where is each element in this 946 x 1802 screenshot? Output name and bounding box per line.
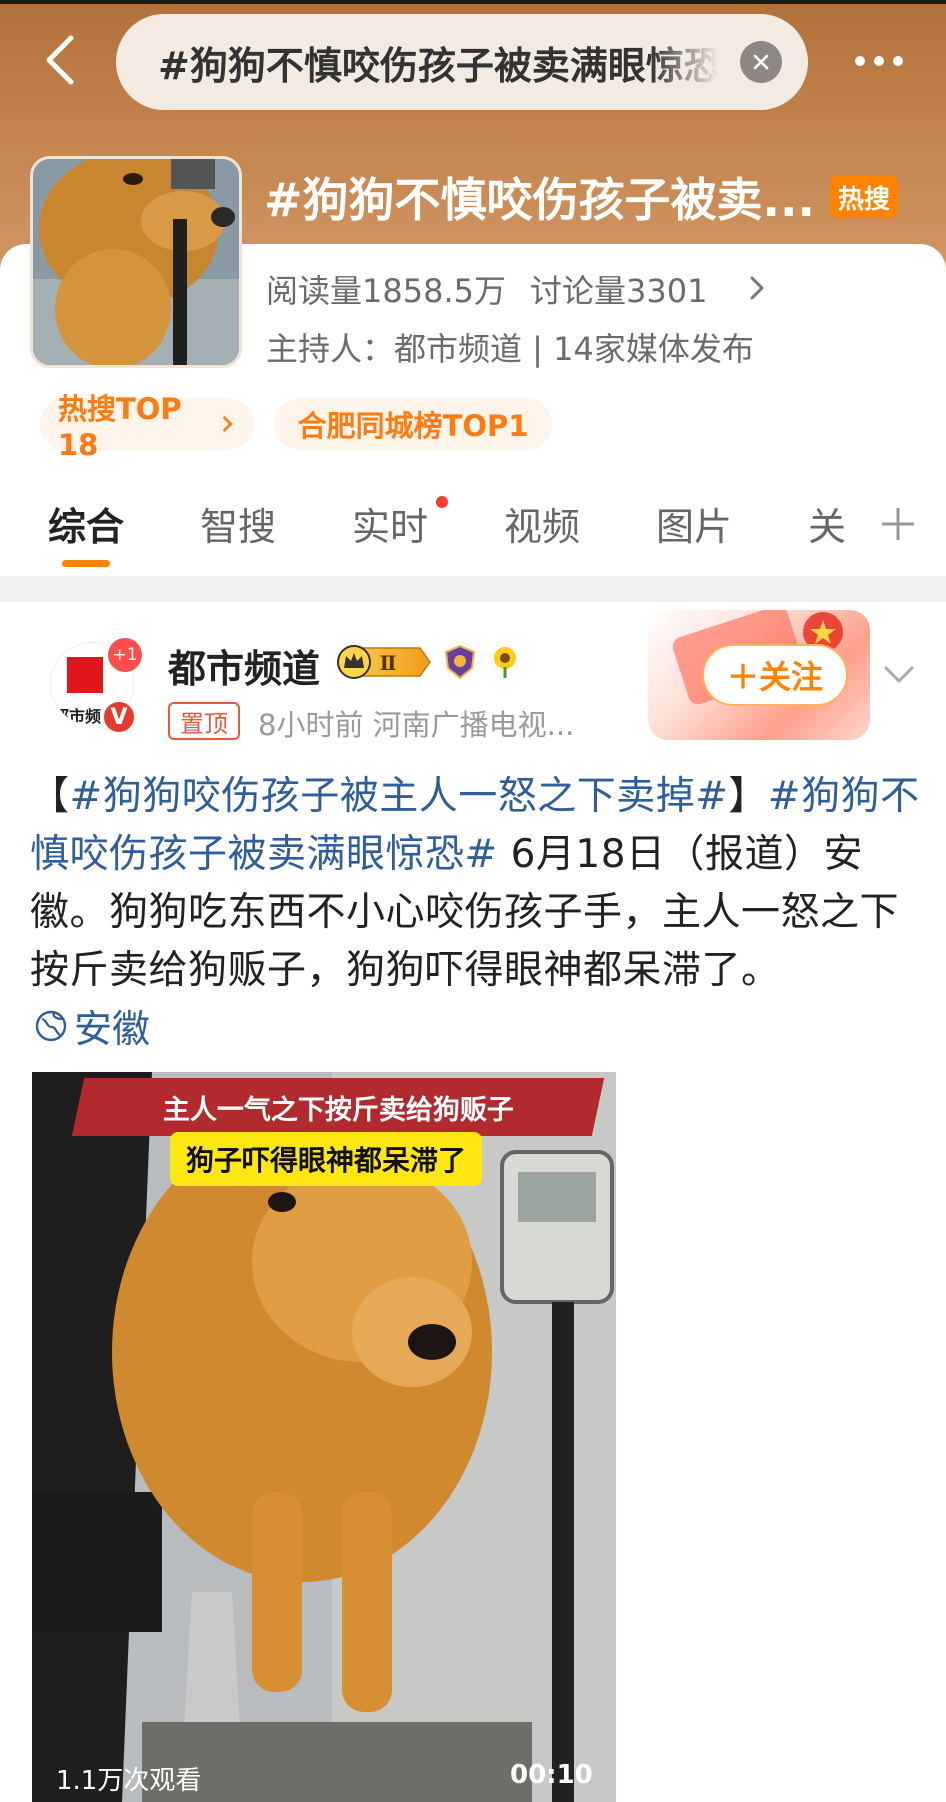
- back-button[interactable]: [34, 28, 86, 92]
- status-strip: [0, 0, 946, 4]
- video-caption-subtitle: 狗子吓得眼神都呆滞了: [170, 1132, 483, 1186]
- tab-video[interactable]: 视频: [504, 496, 580, 551]
- hashtag-link-1[interactable]: #狗狗咬伤孩子被主人一怒之下卖掉#: [70, 774, 729, 819]
- chevron-right-icon[interactable]: [744, 268, 772, 308]
- post-card: 都市频 +1 V 都市频道 Ⅱ 置顶 8小时前 河南广播电视... ＋关注 【#…: [0, 602, 946, 1802]
- clear-search-button[interactable]: [740, 41, 782, 83]
- topic-title: #狗狗不慎咬伤孩子被卖...: [264, 173, 815, 227]
- more-options-button[interactable]: [838, 40, 920, 82]
- hot-rank-chip[interactable]: 热搜TOP 18: [40, 392, 254, 462]
- location-label: 安徽: [74, 1007, 151, 1051]
- city-rank-chip[interactable]: 合肥同城榜TOP1: [274, 398, 552, 450]
- tab-images[interactable]: 图片: [656, 496, 732, 551]
- active-tab-indicator: [62, 560, 110, 567]
- topic-stats[interactable]: 阅读量1858.5万 讨论量3301: [266, 266, 707, 312]
- bracket-open: 【: [30, 774, 70, 819]
- city-rank-label: 合肥同城榜TOP1: [297, 409, 529, 443]
- tab-realtime[interactable]: 实时: [352, 496, 428, 551]
- video-duration: 00:10: [510, 1760, 593, 1790]
- new-content-dot: [436, 496, 448, 508]
- shield-badge-icon: [444, 644, 476, 680]
- location-link[interactable]: 安徽: [34, 998, 150, 1053]
- author-name[interactable]: 都市频道: [168, 638, 320, 693]
- member-level-badge-icon: Ⅱ: [337, 645, 431, 679]
- search-query[interactable]: #狗狗不慎咬伤孩子被卖满眼惊恐#: [158, 35, 718, 90]
- tab-follow[interactable]: 关: [808, 496, 846, 551]
- search-tabs: 综合 智搜 实时 视频 图片 关: [0, 488, 946, 574]
- close-icon: [753, 54, 769, 70]
- sunflower-icon: [494, 647, 516, 678]
- video-player[interactable]: 主人一气之下按斤卖给狗贩子 狗子吓得眼神都呆滞了 1.1万次观看 00:10: [32, 1072, 616, 1802]
- search-bar[interactable]: #狗狗不慎咬伤孩子被卖满眼惊恐#: [116, 14, 808, 110]
- svg-text:Ⅱ: Ⅱ: [380, 651, 397, 675]
- video-caption-banner: 主人一气之下按斤卖给狗贩子: [71, 1078, 605, 1136]
- channel-logo-mark: [67, 657, 103, 693]
- new-post-badge: +1: [108, 638, 142, 672]
- video-view-count: 1.1万次观看: [56, 1766, 202, 1796]
- more-dots-icon: [855, 56, 865, 66]
- tab-smart-search[interactable]: 智搜: [200, 496, 276, 551]
- avatar-label: 都市频: [53, 707, 102, 726]
- hot-rank-label: 热搜TOP 18: [58, 392, 182, 462]
- verified-badge: V: [102, 700, 136, 734]
- video-caption-top: 主人一气之下按斤卖给狗贩子: [162, 1094, 514, 1126]
- discussion-count: 讨论量3301: [529, 272, 708, 310]
- section-divider: [0, 576, 946, 602]
- chevron-left-icon: [46, 35, 74, 85]
- dog-photo-thumbnail: [33, 159, 239, 365]
- pinned-tag: 置顶: [168, 702, 240, 740]
- post-meta: 8小时前 河南广播电视...: [258, 708, 575, 742]
- chevron-down-icon[interactable]: [880, 660, 918, 690]
- author-badges: Ⅱ: [336, 644, 522, 680]
- bracket-close: 】: [728, 774, 768, 819]
- follow-button[interactable]: ＋关注: [702, 644, 848, 706]
- hot-badge: 热搜: [830, 176, 898, 218]
- plus-icon[interactable]: [878, 504, 918, 544]
- host-line: 主持人：都市频道 | 14家媒体发布: [266, 330, 754, 368]
- globe-icon: [35, 1010, 67, 1041]
- topic-thumbnail[interactable]: [30, 156, 242, 368]
- read-count: 阅读量1858.5万: [266, 272, 506, 310]
- tab-comprehensive[interactable]: 综合: [48, 496, 124, 551]
- chevron-right-icon: [223, 416, 232, 432]
- post-text: 【#狗狗咬伤孩子被主人一怒之下卖掉#】#狗狗不慎咬伤孩子被卖满眼惊恐# 6月18…: [30, 768, 920, 1000]
- author-avatar[interactable]: 都市频 +1 V: [50, 638, 142, 734]
